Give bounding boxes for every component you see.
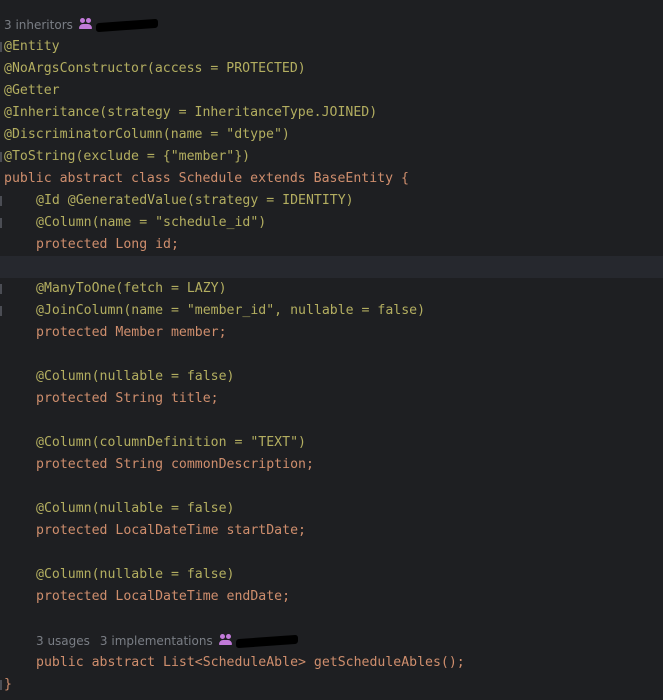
inheritors-link[interactable]: 3 inheritors: [4, 18, 73, 32]
code-line: @Column(nullable = false): [0, 366, 663, 388]
implementations-link[interactable]: 3 implementations: [100, 634, 213, 648]
code-line: @ToString(exclude = {"member"}): [0, 146, 663, 168]
code-line: @Inheritance(strategy = InheritanceType.…: [0, 102, 663, 124]
class-inlay-hint[interactable]: 3 inheritors: [4, 14, 158, 36]
code-line: @Column(columnDefinition = "TEXT"): [0, 432, 663, 454]
code-line: public abstract List<ScheduleAble> getSc…: [0, 652, 663, 674]
fold-marker-icon[interactable]: [0, 152, 2, 162]
usages-link[interactable]: 3 usages: [36, 634, 90, 648]
code-line: protected String commonDescription;: [0, 454, 663, 476]
redacted-author: [235, 634, 298, 649]
code-text: protected Member member;: [36, 325, 227, 340]
code-line: @Getter: [0, 80, 663, 102]
redacted-author: [95, 18, 158, 33]
fold-marker-icon[interactable]: [0, 42, 2, 52]
code-text: }: [4, 677, 12, 692]
code-line: }: [0, 674, 663, 696]
current-line-highlight[interactable]: [0, 256, 663, 278]
code-text: protected LocalDateTime startDate;: [36, 523, 306, 538]
code-text: protected Long id;: [36, 237, 179, 252]
author-icon: [78, 18, 93, 30]
code-line: protected String title;: [0, 388, 663, 410]
code-text: protected String title;: [36, 391, 219, 406]
code-line: @Column(name = "schedule_id"): [0, 212, 663, 234]
code-line: protected Long id;: [0, 234, 663, 256]
code-text: @Column(nullable = false): [36, 369, 235, 384]
code-line: @JoinColumn(name = "member_id", nullable…: [0, 300, 663, 322]
code-line: protected LocalDateTime startDate;: [0, 520, 663, 542]
author-icon: [218, 634, 233, 646]
code-text: @ToString(exclude = {"member"}): [4, 149, 251, 164]
code-line: @Column(nullable = false): [0, 498, 663, 520]
code-text: protected LocalDateTime endDate;: [36, 589, 291, 604]
code-text: public abstract class Schedule extends B…: [4, 171, 409, 186]
code-line: @NoArgsConstructor(access = PROTECTED): [0, 58, 663, 80]
code-text: @Getter: [4, 83, 60, 98]
method-inlay-hint[interactable]: 3 usages 3 implementations: [36, 630, 298, 652]
code-text: @JoinColumn(name = "member_id", nullable…: [36, 303, 426, 318]
code-line: @DiscriminatorColumn(name = "dtype"): [0, 124, 663, 146]
code-line: @Column(nullable = false): [0, 564, 663, 586]
fold-marker-icon[interactable]: [0, 284, 2, 294]
code-text: @Entity: [4, 39, 60, 54]
code-text: @Id @GeneratedValue(strategy = IDENTITY): [36, 193, 354, 208]
code-line: public abstract class Schedule extends B…: [0, 168, 663, 190]
code-text: protected String commonDescription;: [36, 457, 314, 472]
code-line: protected LocalDateTime endDate;: [0, 586, 663, 608]
code-text: @DiscriminatorColumn(name = "dtype"): [4, 127, 290, 142]
code-text: public abstract List<ScheduleAble> getSc…: [36, 655, 465, 670]
fold-marker-icon[interactable]: [0, 680, 2, 690]
code-text: @NoArgsConstructor(access = PROTECTED): [4, 61, 306, 76]
code-line: @Entity: [0, 36, 663, 58]
code-text: @Column(columnDefinition = "TEXT"): [36, 435, 306, 450]
code-line: @ManyToOne(fetch = LAZY): [0, 278, 663, 300]
code-line: protected Member member;: [0, 322, 663, 344]
fold-marker-icon[interactable]: [0, 306, 2, 316]
code-text: @Column(nullable = false): [36, 501, 235, 516]
fold-marker-icon[interactable]: [0, 218, 2, 228]
code-text: @ManyToOne(fetch = LAZY): [36, 281, 227, 296]
code-text: @Inheritance(strategy = InheritanceType.…: [4, 105, 378, 120]
code-text: @Column(nullable = false): [36, 567, 235, 582]
fold-marker-icon[interactable]: [0, 196, 2, 206]
code-text: @Column(name = "schedule_id"): [36, 215, 267, 230]
code-editor[interactable]: 3 inheritors @Entity @NoArgsConstructor(…: [0, 0, 663, 700]
code-line: @Id @GeneratedValue(strategy = IDENTITY): [0, 190, 663, 212]
